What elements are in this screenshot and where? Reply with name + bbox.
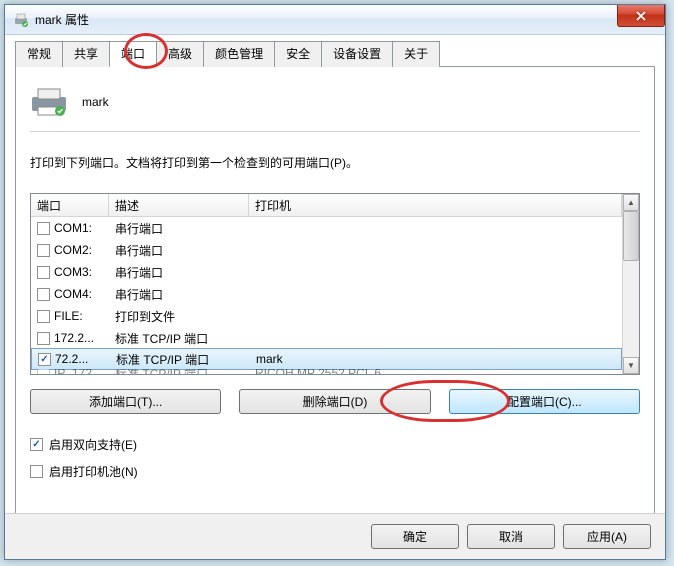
port-cell: 172.2... (54, 331, 94, 345)
pool-checkbox[interactable] (30, 465, 43, 478)
port-checkbox[interactable] (37, 288, 50, 301)
scroll-down-button[interactable]: ▼ (623, 357, 639, 374)
tab-strip: 常规 共享 端口 高级 颜色管理 安全 设备设置 关于 (15, 41, 655, 67)
port-checkbox[interactable] (37, 310, 50, 323)
table-row[interactable]: COM4: 串行端口 (31, 283, 622, 305)
table-row[interactable]: FILE: 打印到文件 (31, 305, 622, 327)
window-title: mark 属性 (35, 11, 89, 28)
table-row[interactable]: 72.2... 标准 TCP/IP 端口mark (31, 348, 622, 370)
desc-cell: 串行端口 (109, 242, 249, 259)
printer-cell: RICOH MP 2552 PCL 6 (249, 369, 622, 374)
tab-ports[interactable]: 端口 (109, 41, 157, 67)
port-checkbox[interactable] (37, 369, 50, 374)
tab-advanced[interactable]: 高级 (156, 41, 204, 67)
titlebar[interactable]: mark 属性 (5, 5, 665, 35)
port-cell: COM1: (54, 221, 92, 235)
bidi-checkbox[interactable] (30, 438, 43, 451)
tab-device-settings[interactable]: 设备设置 (321, 41, 393, 67)
port-checkbox[interactable] (37, 332, 50, 345)
port-cell: COM3: (54, 265, 92, 279)
table-body: COM1: 串行端口 COM2: 串行端口 COM3: 串行端口 COM4: 串行端口 FILE… (31, 217, 622, 374)
table-row[interactable]: 172.2... 标准 TCP/IP 端口 (31, 327, 622, 349)
port-checkbox[interactable] (37, 266, 50, 279)
tab-sharing[interactable]: 共享 (62, 41, 110, 67)
printer-large-icon (30, 87, 68, 117)
configure-port-button[interactable]: 配置端口(C)... (449, 389, 640, 414)
col-port[interactable]: 端口 (31, 194, 109, 216)
cancel-button[interactable]: 取消 (467, 524, 555, 549)
desc-cell: 串行端口 (109, 264, 249, 281)
printer-header: mark (30, 81, 640, 132)
port-cell: FILE: (54, 309, 83, 323)
desc-cell: 打印到文件 (109, 308, 249, 325)
instruction-text: 打印到下列端口。文档将打印到第一个检查到的可用端口(P)。 (30, 154, 640, 171)
desc-cell: 标准 TCP/IP 端口 (109, 369, 249, 374)
bidi-label: 启用双向支持(E) (49, 436, 137, 453)
printer-small-icon (13, 12, 29, 28)
scroll-up-button[interactable]: ▲ (623, 194, 639, 211)
port-checkbox[interactable] (38, 353, 51, 366)
col-desc[interactable]: 描述 (109, 194, 249, 216)
desc-cell: 串行端口 (109, 286, 249, 303)
close-button[interactable] (617, 5, 665, 27)
pool-label: 启用打印机池(N) (49, 463, 138, 480)
ports-panel: mark 打印到下列端口。文档将打印到第一个检查到的可用端口(P)。 端口 描述… (15, 67, 655, 522)
port-cell: COM2: (54, 243, 92, 257)
table-row[interactable]: COM1: 串行端口 (31, 217, 622, 239)
delete-port-button[interactable]: 删除端口(D) (239, 389, 430, 414)
dialog-footer: 确定 取消 应用(A) (5, 513, 665, 559)
add-port-button[interactable]: 添加端口(T)... (30, 389, 221, 414)
table-row[interactable]: IP_172 标准 TCP/IP 端口RICOH MP 2552 PCL 6 (31, 369, 622, 374)
dialog-content: 常规 共享 端口 高级 颜色管理 安全 设备设置 关于 mark 打印到下列端口… (5, 35, 665, 532)
port-buttons: 添加端口(T)... 删除端口(D) 配置端口(C)... (30, 389, 640, 414)
port-cell: 72.2... (55, 352, 88, 366)
desc-cell: 串行端口 (109, 220, 249, 237)
printer-name-label: mark (82, 95, 109, 109)
tab-about[interactable]: 关于 (392, 41, 440, 67)
printer-properties-dialog: mark 属性 常规 共享 端口 高级 颜色管理 安全 设备设置 关于 mark… (4, 4, 666, 560)
apply-button[interactable]: 应用(A) (563, 524, 651, 549)
col-printer[interactable]: 打印机 (249, 194, 622, 216)
tab-color-mgmt[interactable]: 颜色管理 (203, 41, 275, 67)
vertical-scrollbar[interactable]: ▲ ▼ (622, 194, 639, 374)
bidi-checkbox-row[interactable]: 启用双向支持(E) (30, 436, 640, 453)
tab-security[interactable]: 安全 (274, 41, 322, 67)
port-cell: IP_172 (54, 369, 92, 374)
ports-table: 端口 描述 打印机 COM1:串行端口COM2:串行端口COM3:串行端口COM… (30, 193, 640, 375)
ok-button[interactable]: 确定 (371, 524, 459, 549)
scroll-thumb[interactable] (623, 211, 639, 261)
pool-checkbox-row[interactable]: 启用打印机池(N) (30, 463, 640, 480)
port-checkbox[interactable] (37, 222, 50, 235)
tab-general[interactable]: 常规 (15, 41, 63, 67)
port-cell: COM4: (54, 287, 92, 301)
table-header: 端口 描述 打印机 (31, 194, 622, 217)
table-row[interactable]: COM2: 串行端口 (31, 239, 622, 261)
table-row[interactable]: COM3: 串行端口 (31, 261, 622, 283)
printer-cell: mark (250, 352, 621, 366)
desc-cell: 标准 TCP/IP 端口 (110, 351, 250, 368)
port-checkbox[interactable] (37, 244, 50, 257)
desc-cell: 标准 TCP/IP 端口 (109, 330, 249, 347)
